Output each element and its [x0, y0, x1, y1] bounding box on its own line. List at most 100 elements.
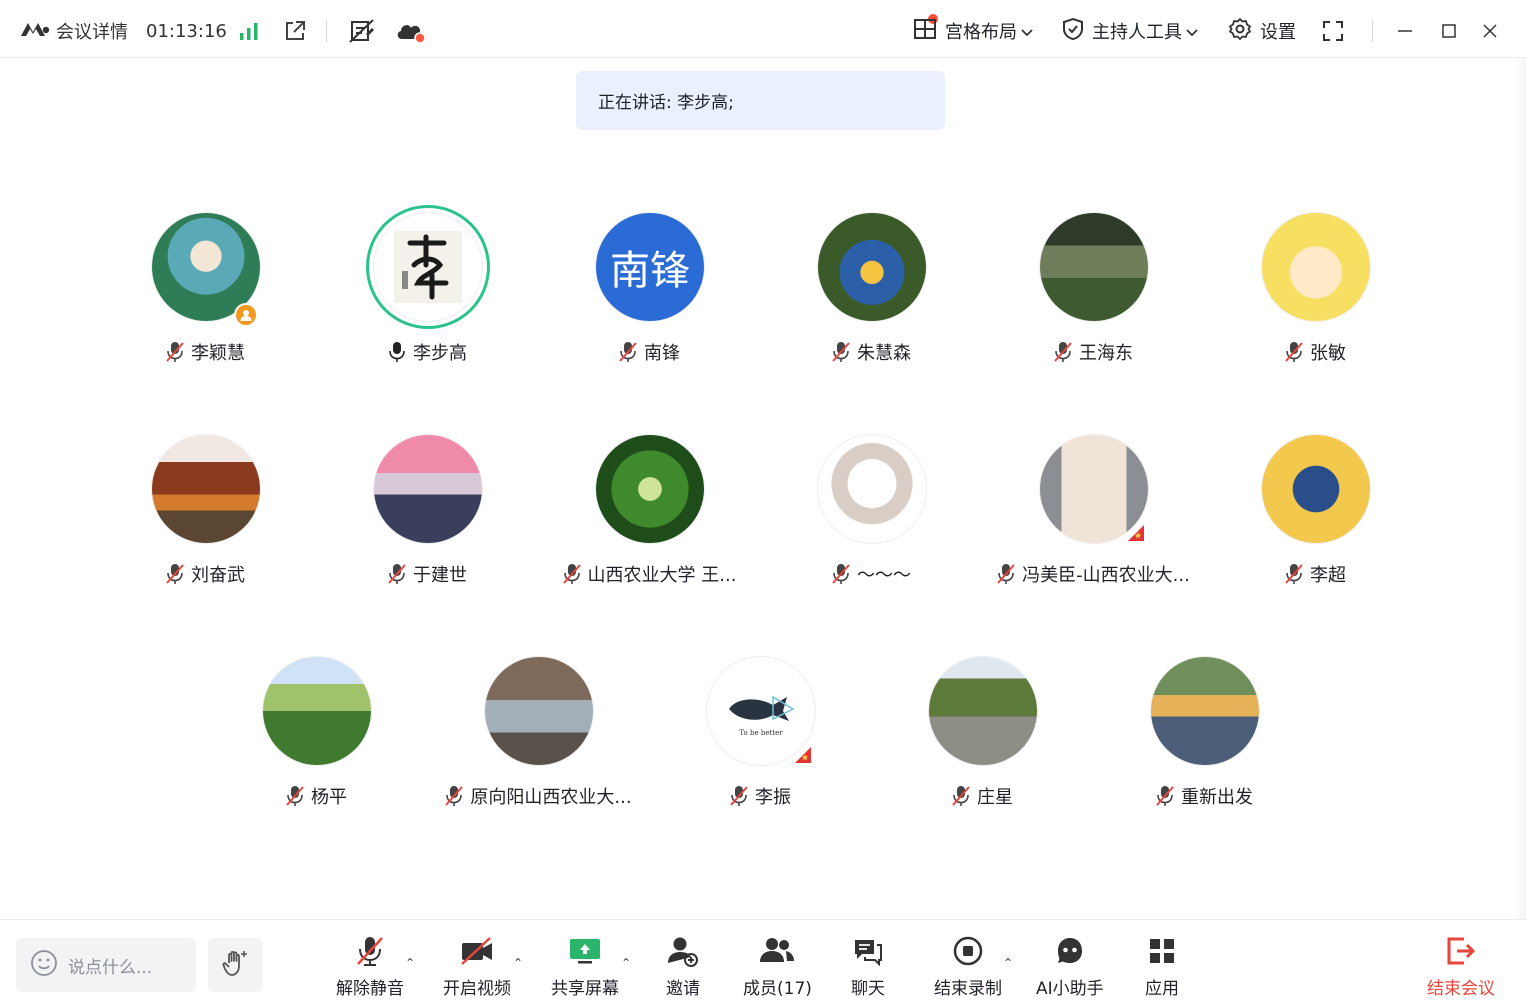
participant-tile[interactable]: 山西农业大学 王...	[538, 435, 760, 605]
participant-name: 原向阳山西农业大...	[470, 787, 632, 808]
participant-name: 冯美臣-山西农业大...	[1022, 565, 1190, 586]
title-bar: 会议详情 01:13:16 宫格布局 主持人工具 设置	[0, 0, 1526, 58]
start-video-button[interactable]: 开启视频	[443, 932, 511, 1006]
participant-tile[interactable]: 张敏	[1204, 213, 1426, 383]
say-something-placeholder: 说点什么...	[68, 957, 153, 978]
unmute-label: 解除静音	[336, 979, 404, 999]
participant-name-row: 李颖慧	[94, 339, 316, 365]
popout-icon[interactable]	[283, 0, 307, 62]
participant-tile[interactable]: 王海东	[982, 213, 1204, 383]
share-options-caret[interactable]: ⌃	[621, 956, 631, 970]
invite-button[interactable]: 邀请	[666, 932, 700, 1006]
avatar[interactable]	[1262, 435, 1370, 543]
participant-name: 杨平	[311, 787, 347, 808]
fullscreen-icon[interactable]	[1321, 0, 1345, 62]
avatar[interactable]	[1151, 657, 1259, 765]
raise-hand-button[interactable]	[208, 938, 263, 992]
participant-name: 山西农业大学 王...	[587, 565, 737, 586]
mic-muted-icon	[831, 341, 851, 363]
invite-label: 邀请	[666, 979, 700, 999]
mic-muted-icon	[1053, 341, 1073, 363]
participant-tile[interactable]: 李步高	[316, 205, 538, 383]
participant-tile[interactable]: 庄星	[871, 657, 1093, 827]
stop-recording-button[interactable]: 结束录制	[934, 932, 1002, 1006]
participant-tile[interactable]: 冯美臣-山西农业大...	[982, 435, 1204, 605]
tencent-meeting-logo-icon	[20, 20, 50, 42]
participant-tile[interactable]: 南锋 南锋	[538, 213, 760, 383]
participant-name: ～～～	[857, 565, 911, 586]
chat-button[interactable]: 聊天	[851, 932, 885, 1006]
flag-badge-icon	[1122, 519, 1148, 545]
participant-name-row: 张敏	[1204, 339, 1426, 365]
participant-name-row: 庄星	[871, 783, 1093, 809]
host-tools-label: 主持人工具	[1092, 22, 1182, 43]
ai-assistant-label: AI小助手	[1036, 979, 1104, 999]
participant-tile[interactable]: ～～～	[760, 435, 982, 605]
stop-record-icon	[952, 932, 984, 970]
record-options-caret[interactable]: ⌃	[1003, 956, 1013, 970]
settings-button[interactable]: 设置	[1228, 0, 1296, 62]
chevron-down-icon	[1186, 21, 1198, 42]
mic-muted-icon	[444, 785, 464, 807]
participant-tile[interactable]: 朱慧森	[760, 213, 982, 383]
audio-options-caret[interactable]: ⌃	[405, 956, 415, 970]
participant-tile[interactable]: 于建世	[316, 435, 538, 605]
mic-on-icon	[387, 341, 407, 363]
minimize-icon[interactable]	[1396, 0, 1414, 62]
signal-strength-icon[interactable]	[238, 0, 260, 62]
participant-name: 李超	[1310, 565, 1346, 586]
video-options-caret[interactable]: ⌃	[513, 956, 523, 970]
avatar[interactable]	[1040, 213, 1148, 321]
avatar[interactable]	[485, 657, 593, 765]
participant-tile[interactable]: 原向阳山西农业大...	[427, 657, 649, 827]
meeting-toolbar: 说点什么... 解除静音 ⌃ 开启视频 ⌃ 共享屏幕 ⌃ 邀请 成员(17) 聊…	[0, 919, 1526, 1008]
participant-name: 张敏	[1310, 343, 1346, 364]
participant-tile[interactable]: 李超	[1204, 435, 1426, 605]
exit-icon	[1444, 932, 1478, 970]
chat-label: 聊天	[851, 979, 885, 999]
shield-check-icon	[1062, 17, 1084, 46]
participant-tile[interactable]: 重新出发	[1093, 657, 1315, 827]
speaking-indicator: 正在讲话: 李步高;	[576, 71, 945, 130]
avatar[interactable]	[374, 213, 482, 321]
calligraphy-avatar-icon	[394, 231, 462, 303]
grid-layout-icon	[913, 18, 937, 45]
members-button[interactable]: 成员(17)	[743, 932, 812, 1006]
avatar[interactable]	[818, 435, 926, 543]
avatar[interactable]	[152, 435, 260, 543]
unmute-button[interactable]: 解除静音	[336, 932, 404, 1006]
avatar[interactable]	[929, 657, 1037, 765]
avatar[interactable]	[263, 657, 371, 765]
avatar[interactable]	[374, 435, 482, 543]
avatar[interactable]	[1262, 213, 1370, 321]
meeting-details-button[interactable]: 会议详情	[20, 0, 128, 62]
avatar[interactable]	[596, 435, 704, 543]
share-screen-button[interactable]: 共享屏幕	[551, 932, 619, 1006]
avatar[interactable]	[818, 213, 926, 321]
grid-layout-button[interactable]: 宫格布局	[913, 0, 1033, 62]
participant-name: 王海东	[1079, 343, 1133, 364]
participant-tile[interactable]: 刘奋武	[94, 435, 316, 605]
mic-muted-icon	[165, 341, 185, 363]
start-video-label: 开启视频	[443, 979, 511, 999]
participant-name: 李振	[755, 787, 791, 808]
maximize-icon[interactable]	[1440, 0, 1458, 62]
apps-button[interactable]: 应用	[1145, 932, 1179, 1006]
participant-tile[interactable]: 李颖慧	[94, 213, 316, 383]
mic-muted-icon	[729, 785, 749, 807]
participant-tile[interactable]: To be better 李振	[649, 657, 871, 827]
ai-assistant-button[interactable]: AI小助手	[1036, 932, 1104, 1006]
notes-disabled-icon[interactable]	[348, 0, 376, 62]
say-something-input[interactable]: 说点什么...	[16, 938, 196, 992]
mic-off-icon	[353, 932, 387, 970]
host-tools-button[interactable]: 主持人工具	[1062, 0, 1198, 62]
participant-name-row: 刘奋武	[94, 561, 316, 587]
participant-name-row: 重新出发	[1093, 783, 1315, 809]
gear-icon	[1228, 17, 1252, 46]
end-meeting-button[interactable]: 结束会议	[1427, 932, 1495, 1006]
participant-name: 于建世	[413, 565, 467, 586]
cloud-recording-icon[interactable]	[395, 0, 427, 62]
participant-tile[interactable]: 杨平	[205, 657, 427, 827]
close-icon[interactable]	[1481, 0, 1499, 62]
avatar[interactable]: 南锋	[596, 213, 704, 321]
